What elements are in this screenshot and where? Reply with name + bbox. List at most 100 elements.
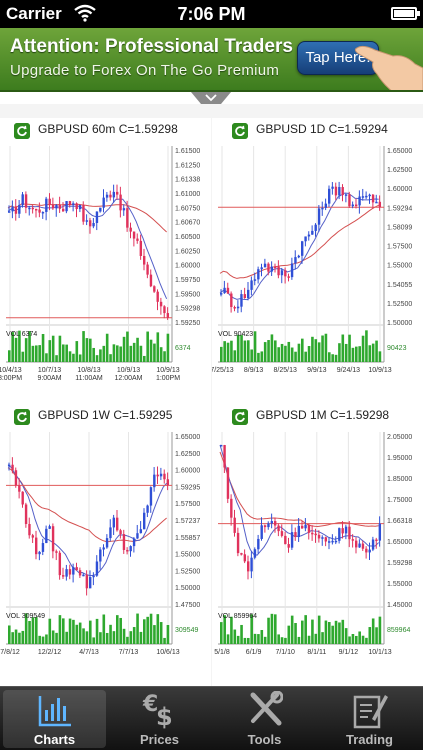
candle-body: [153, 474, 156, 488]
chart-panel-1d[interactable]: GBPUSD 1D C=1.59294 VOL 90423 90423 1.6500…: [212, 118, 423, 404]
candle-body: [72, 567, 75, 575]
price-tick-label: 1.60250: [175, 248, 200, 255]
candle-body: [11, 464, 14, 471]
chart-panel-1m[interactable]: GBPUSD 1M C=1.59298 VOL 859964 859964 2.05…: [212, 404, 423, 686]
volume-bar: [267, 617, 270, 644]
volume-bar: [62, 344, 65, 362]
chart-panel-60m[interactable]: GBPUSD 60m C=1.59298 VOL 6374 6374 1.61500…: [0, 118, 211, 404]
tab-prices[interactable]: € $ Prices: [108, 687, 211, 751]
candle-body: [240, 553, 243, 555]
volume-bar: [122, 628, 126, 644]
candle-body: [284, 535, 287, 545]
price-tick-label: 1.60500: [175, 234, 200, 241]
chart-title-bar: GBPUSD 1M C=1.59298: [212, 404, 423, 428]
candle-body: [341, 187, 344, 196]
price-tick-label: 1.57500: [387, 244, 412, 251]
candle-body: [355, 540, 358, 548]
svg-text:$: $: [156, 703, 173, 729]
price-chart-1d[interactable]: VOL 90423 90423 1.65000 1.62500 1.60000 1.592…: [212, 142, 423, 404]
candle-body: [375, 539, 378, 542]
tab-trading[interactable]: Trading: [318, 687, 421, 751]
price-chart-1w[interactable]: VOL 309549 309549 1.65000 1.62500 1.60000 1.5…: [0, 428, 211, 686]
candle-body: [324, 203, 328, 208]
price-chart-60m[interactable]: VOL 6374 6374 1.61500 1.61250 1.61338 1.61000…: [0, 142, 211, 404]
volume-bar: [351, 347, 355, 362]
refresh-icon[interactable]: [14, 409, 30, 425]
candle-body: [8, 464, 11, 467]
price-tick-label: 1.95000: [387, 455, 412, 462]
price-tick-label: 1.65000: [175, 434, 200, 441]
tab-charts[interactable]: Charts: [3, 690, 106, 748]
volume-bar: [287, 341, 291, 362]
prices-icon: € $: [142, 692, 173, 729]
candle-body: [126, 208, 129, 228]
tab-tools[interactable]: Tools: [213, 687, 316, 751]
slow-moving-average-line: [7, 467, 167, 543]
candle-body: [236, 532, 240, 554]
candle-body: [116, 517, 119, 531]
candle-body: [105, 194, 109, 198]
candle-body: [375, 201, 378, 204]
upgrade-banner[interactable]: Attention: Professional Traders Upgrade …: [0, 28, 423, 92]
volume-bar: [351, 634, 355, 644]
candle-body: [35, 208, 38, 211]
candle-body: [105, 538, 109, 548]
volume-bar: [55, 355, 58, 362]
volume-bar: [72, 353, 75, 362]
volume-bar: [8, 625, 11, 644]
candle-body: [284, 270, 287, 277]
volume-bar: [243, 637, 247, 644]
price-tick-label: 1.61000: [175, 191, 200, 198]
candle-body: [287, 544, 290, 548]
volume-bar: [247, 340, 250, 362]
volume-bar: [166, 625, 170, 644]
candle-body: [290, 263, 294, 278]
price-tick-label: 1.75000: [387, 497, 412, 504]
candle-body: [230, 498, 233, 518]
volume-bar: [163, 351, 166, 362]
candle-body: [156, 474, 159, 477]
volume-bar: [301, 620, 304, 644]
volume-bar: [270, 613, 274, 644]
volume-bar: [129, 345, 133, 362]
date-tick-label: 8/9/13: [244, 367, 264, 374]
candle-body: [89, 220, 92, 227]
refresh-icon[interactable]: [14, 123, 30, 139]
price-tick-label: 1.47500: [175, 602, 200, 609]
volume-bar: [294, 623, 297, 644]
volume-bar: [146, 331, 149, 362]
candle-body: [257, 269, 260, 280]
fast-moving-average-line: [7, 464, 168, 577]
refresh-icon[interactable]: [232, 123, 248, 139]
candle-body: [85, 220, 89, 222]
volume-bar: [75, 341, 79, 362]
price-tick-label: 1.55000: [175, 552, 200, 559]
volume-bar: [371, 343, 375, 362]
price-tick-label: 1.59250: [175, 320, 200, 327]
candle-body: [112, 517, 116, 528]
candle-body: [75, 203, 78, 210]
refresh-icon[interactable]: [232, 409, 248, 425]
date-tick-label: 10/9/13: [368, 367, 391, 374]
date-tick-label: 10/7/13: [38, 367, 61, 374]
date-tick-label: 10/8/13: [77, 367, 100, 374]
chart-title: GBPUSD 1M C=1.59298: [256, 408, 390, 422]
volume-bar: [365, 637, 368, 644]
candle-body: [317, 534, 321, 539]
candle-body: [243, 554, 247, 562]
candle-body: [51, 204, 55, 209]
volume-bar: [92, 347, 95, 362]
banner-subline: Upgrade to Forex On The Go Premium: [10, 62, 280, 79]
candle-body: [341, 528, 344, 534]
candle-body: [297, 255, 301, 258]
candle-body: [344, 526, 348, 534]
price-chart-1m[interactable]: VOL 859964 859964 2.05000 1.95000 1.85000 1.7…: [212, 428, 423, 686]
banner-collapse-handle[interactable]: [191, 92, 231, 104]
date-tick-label: 7/1/10: [275, 649, 295, 656]
volume-bar: [78, 354, 82, 362]
volume-bar: [95, 618, 99, 644]
candle-body: [143, 512, 146, 530]
chart-panel-1w[interactable]: GBPUSD 1W C=1.59295 VOL 309549 309549 1.65…: [0, 404, 211, 686]
volume-bar: [14, 337, 18, 362]
candle-body: [338, 528, 341, 541]
